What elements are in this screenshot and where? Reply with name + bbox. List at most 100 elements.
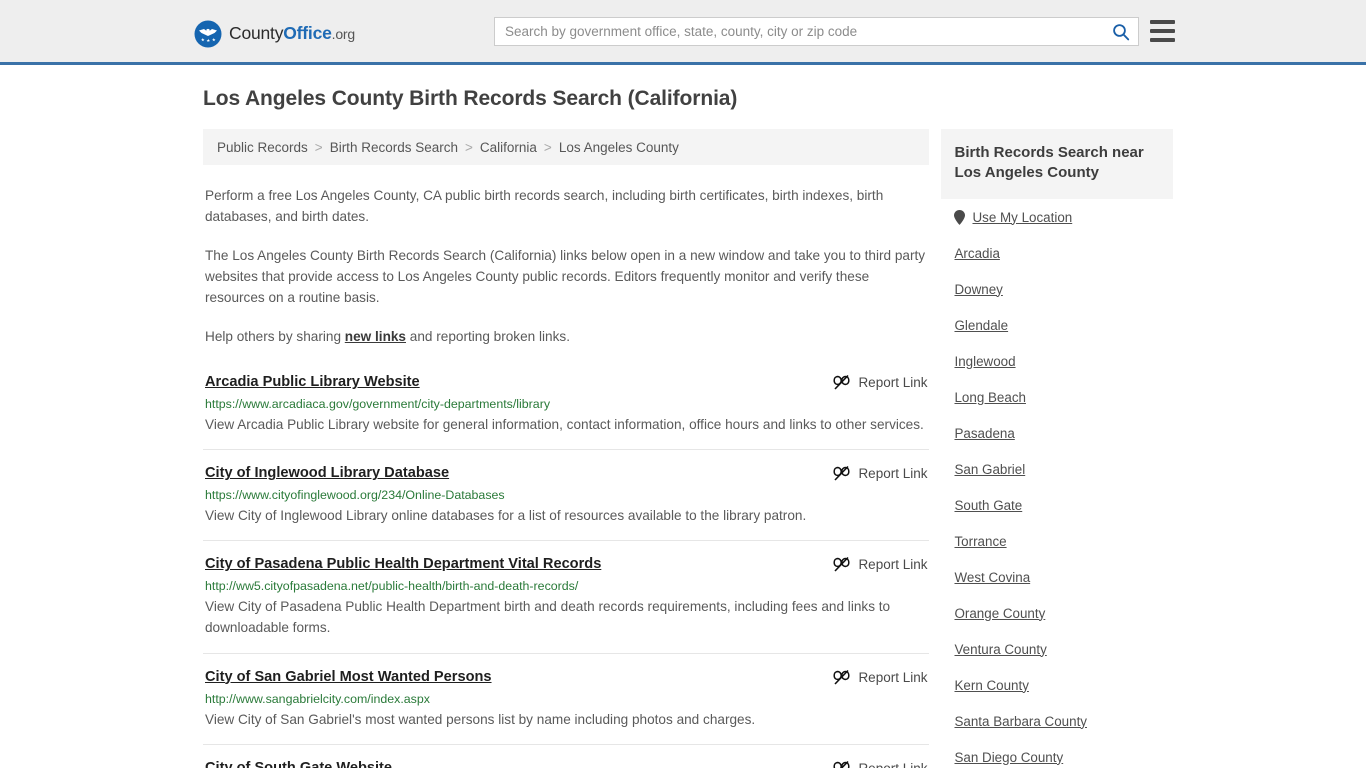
sidebar-item-label[interactable]: South Gate [954, 498, 1022, 513]
result-title-link[interactable]: City of Inglewood Library Database [205, 464, 449, 483]
breadcrumb-item: Los Angeles County [558, 139, 679, 155]
sidebar-item-label[interactable]: Kern County [954, 678, 1028, 693]
broken-link-icon [833, 375, 850, 390]
sidebar-item-pasadena[interactable]: Pasadena [954, 415, 1160, 451]
broken-link-icon [833, 669, 850, 685]
report-link-label: Report Link [858, 375, 928, 391]
result-item: City of Inglewood Library Database Report… [203, 464, 930, 542]
hamburger-bar [1150, 38, 1175, 42]
report-link-label: Report Link [858, 669, 928, 685]
hamburger-bar [1150, 20, 1175, 24]
sidebar-item-inglewood[interactable]: Inglewood [954, 343, 1160, 379]
sidebar-item-label[interactable]: Glendale [954, 318, 1008, 333]
hamburger-menu-icon[interactable] [1150, 20, 1175, 42]
sidebar-item-label[interactable]: Arcadia [954, 246, 999, 261]
sidebar-item-torrance[interactable]: Torrance [954, 523, 1160, 559]
sidebar-item-label[interactable]: Inglewood [954, 354, 1015, 369]
result-header: City of Inglewood Library Database Report… [205, 464, 927, 483]
sidebar-item-downey[interactable]: Downey [954, 271, 1160, 307]
result-header: City of San Gabriel Most Wanted Persons R… [205, 668, 927, 687]
sidebar-item-san-diego-county[interactable]: San Diego County [954, 739, 1160, 768]
site-logo-text: CountyOffice.org [229, 25, 355, 43]
result-description: View City of Pasadena Public Health Depa… [205, 599, 891, 636]
sidebar-item-use-my-location[interactable]: Use My Location [954, 199, 1160, 235]
sidebar-item-label[interactable]: Torrance [954, 534, 1006, 549]
logo-text-tld: .org [331, 26, 356, 43]
result-title-link[interactable]: City of Pasadena Public Health Departmen… [205, 555, 601, 574]
result-title-link[interactable]: City of South Gate Website [205, 759, 392, 768]
sidebar-item-label[interactable]: San Gabriel [954, 462, 1025, 477]
result-header: City of Pasadena Public Health Departmen… [205, 555, 927, 574]
intro-paragraph-3: Help others by sharing new links and rep… [205, 326, 927, 347]
result-url[interactable]: http://www.sangabrielcity.com/index.aspx [205, 692, 927, 706]
logo-text-office: Office [283, 23, 332, 44]
result-item: City of Pasadena Public Health Departmen… [203, 555, 930, 654]
intro-section: Perform a free Los Angeles County, CA pu… [203, 185, 929, 347]
use-my-location-label[interactable]: Use My Location [972, 210, 1072, 225]
report-link-button[interactable]: Report Link [833, 555, 927, 573]
report-link-label: Report Link [858, 466, 928, 482]
sidebar-item-label[interactable]: San Diego County [954, 750, 1063, 765]
sidebar-item-label[interactable]: Orange County [954, 606, 1045, 621]
map-pin-icon [954, 209, 966, 225]
report-link-button[interactable]: Report Link [833, 464, 927, 482]
sidebar-links: Use My Location Arcadia Downey Glendale Ing… [941, 199, 1173, 768]
sidebar-item-santa-barbara-county[interactable]: Santa Barbara County [954, 703, 1160, 739]
site-logo[interactable]: CountyOffice.org [194, 20, 355, 48]
page-body: Los Angeles County Birth Records Search … [0, 65, 1366, 768]
search-input[interactable] [495, 18, 1104, 45]
breadcrumb: Public Records > Birth Records Search > Cali… [203, 129, 930, 165]
sidebar-item-glendale[interactable]: Glendale [954, 307, 1160, 343]
breadcrumb-item[interactable]: California [480, 140, 537, 155]
result-description: View City of Inglewood Library online da… [205, 508, 807, 524]
sidebar-item-label[interactable]: Ventura County [954, 642, 1046, 657]
sidebar-item-south-gate[interactable]: South Gate [954, 487, 1160, 523]
sidebar-item-west-covina[interactable]: West Covina [954, 559, 1160, 595]
breadcrumb-separator: > [465, 139, 473, 155]
sidebar-item-orange-county[interactable]: Orange County [954, 595, 1160, 631]
result-title-link[interactable]: Arcadia Public Library Website [205, 373, 420, 392]
result-url[interactable]: https://www.arcadiaca.gov/government/cit… [205, 397, 927, 411]
sidebar-item-label[interactable]: Long Beach [954, 390, 1025, 405]
results-list: Arcadia Public Library Website Report Lin… [203, 373, 930, 768]
report-link-button[interactable]: Report Link [833, 759, 927, 768]
broken-link-icon [833, 466, 850, 481]
sidebar-item-label[interactable]: West Covina [954, 570, 1030, 585]
main-column: Public Records > Birth Records Search > Cali… [203, 129, 930, 768]
search-bar[interactable] [494, 17, 1139, 46]
sidebar-item-ventura-county[interactable]: Ventura County [954, 631, 1160, 667]
result-url[interactable]: https://www.cityofinglewood.org/234/Onli… [205, 488, 927, 502]
report-link-button[interactable]: Report Link [833, 668, 927, 686]
report-link-label: Report Link [858, 557, 928, 573]
sidebar-item-kern-county[interactable]: Kern County [954, 667, 1160, 703]
sidebar-heading: Birth Records Search near Los Angeles Co… [941, 129, 1173, 199]
result-header: City of South Gate Website Report Link [205, 759, 927, 768]
breadcrumb-separator: > [314, 139, 323, 155]
hamburger-bar [1150, 29, 1175, 33]
sidebar: Birth Records Search near Los Angeles Co… [941, 129, 1173, 768]
sidebar-item-san-gabriel[interactable]: San Gabriel [954, 451, 1160, 487]
result-title-link[interactable]: City of San Gabriel Most Wanted Persons [205, 668, 492, 687]
intro-p3-before: Help others by sharing [205, 329, 345, 345]
new-links-link[interactable]: new links [345, 329, 406, 344]
content-columns: Public Records > Birth Records Search > Cali… [193, 129, 1173, 768]
result-header: Arcadia Public Library Website Report Lin… [205, 373, 927, 392]
sidebar-item-label[interactable]: Downey [954, 282, 1002, 297]
intro-paragraph-1: Perform a free Los Angeles County, CA pu… [205, 188, 884, 225]
breadcrumb-item[interactable]: Public Records [217, 140, 308, 155]
breadcrumb-item[interactable]: Birth Records Search [330, 140, 458, 155]
search-icon [1113, 23, 1130, 40]
sidebar-item-long-beach[interactable]: Long Beach [954, 379, 1160, 415]
search-button[interactable] [1104, 18, 1138, 45]
report-link-button[interactable]: Report Link [833, 373, 927, 391]
result-url[interactable]: http://ww5.cityofpasadena.net/public-hea… [205, 579, 927, 593]
intro-paragraph-2: The Los Angeles County Birth Records Sea… [205, 248, 926, 306]
sidebar-item-label[interactable]: Santa Barbara County [954, 714, 1087, 729]
sidebar-item-arcadia[interactable]: Arcadia [954, 235, 1160, 271]
result-item: Arcadia Public Library Website Report Lin… [203, 373, 930, 451]
content-container: Los Angeles County Birth Records Search … [193, 65, 1173, 768]
result-description: View Arcadia Public Library website for … [205, 417, 924, 433]
sidebar-item-label[interactable]: Pasadena [954, 426, 1014, 441]
breadcrumb-separator: > [543, 139, 552, 155]
result-description: View City of San Gabriel's most wanted p… [205, 711, 756, 727]
